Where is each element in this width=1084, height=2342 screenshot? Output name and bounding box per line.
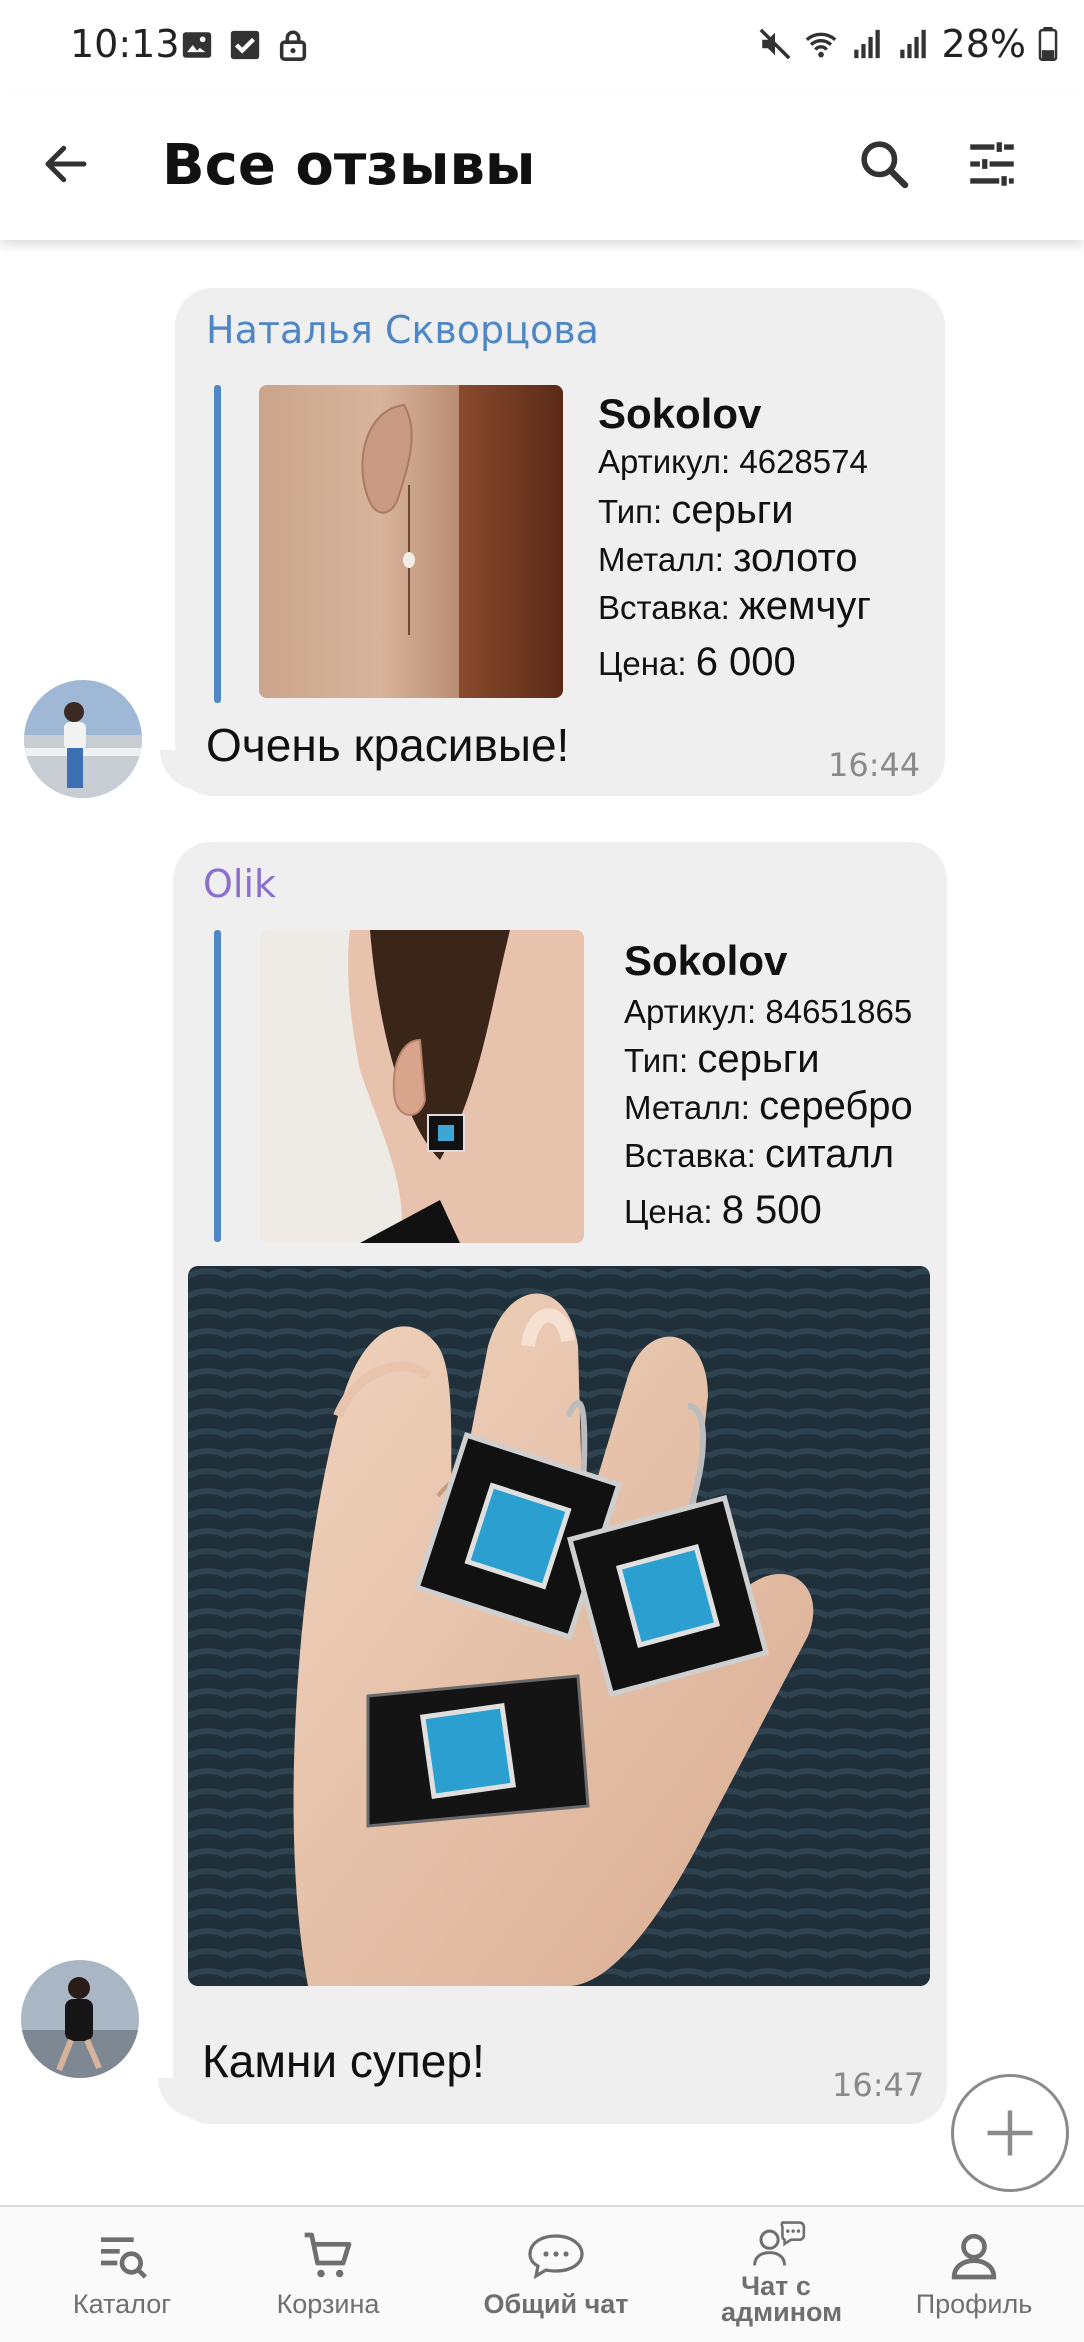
lock-icon <box>279 30 307 61</box>
product-metal: Металл: серебро <box>624 1084 913 1128</box>
sliders-icon <box>970 142 1014 186</box>
nav-item-general-chat[interactable]: Общий чат <box>456 2207 656 2342</box>
product-price: Цена: 8 500 <box>624 1188 822 1232</box>
profile-icon <box>951 2233 997 2280</box>
nav-item-catalog[interactable]: Каталог <box>22 2207 222 2342</box>
nav-item-cart[interactable]: Корзина <box>228 2207 428 2342</box>
review-photo[interactable] <box>188 1266 930 1986</box>
product-brand: Sokolov <box>598 390 762 437</box>
product-image[interactable] <box>259 385 563 698</box>
quote-bar <box>214 385 221 703</box>
battery-icon <box>1038 27 1058 61</box>
plus-icon <box>987 2110 1033 2156</box>
reviews-feed[interactable]: Наталья Скворцова Sokolov Артикул: 46285… <box>0 240 1084 2205</box>
quote-bar <box>214 930 221 1242</box>
app-bar: Все отзывы <box>0 90 1084 240</box>
nav-label: Корзина <box>276 2289 380 2319</box>
signal-icon <box>899 29 926 59</box>
status-bar: 10:13 28% <box>0 0 1084 90</box>
nav-label: Каталог <box>72 2289 172 2319</box>
avatar[interactable] <box>24 680 142 798</box>
bottom-nav: Каталог Корзина Общий чат Чат с админом … <box>0 2205 1084 2342</box>
review-time: 16:44 <box>828 746 921 784</box>
mute-icon <box>759 28 790 60</box>
admin-chat-icon <box>753 2221 806 2266</box>
nav-item-admin-chat[interactable]: Чат с админом <box>676 2207 876 2342</box>
product-type: Тип: серьги <box>598 488 794 532</box>
product-article: Артикул: 84651865 <box>624 993 913 1030</box>
product-image[interactable] <box>260 930 584 1243</box>
gallery-icon <box>182 32 212 58</box>
product-insert: Вставка: жемчуг <box>598 584 871 628</box>
product-insert: Вставка: ситалл <box>624 1132 895 1176</box>
signal-icon <box>853 29 880 59</box>
catalog-search-icon <box>101 2237 147 2279</box>
nav-label: Чат с админом <box>721 2271 843 2327</box>
avatar[interactable] <box>21 1960 139 2078</box>
product-type: Тип: серьги <box>624 1037 820 1081</box>
wifi-icon <box>805 32 836 58</box>
search-button[interactable] <box>848 128 920 200</box>
add-review-button[interactable] <box>951 2074 1069 2192</box>
battery-percent: 28% <box>941 22 1026 66</box>
chat-bubble-icon <box>528 2234 584 2280</box>
product-brand: Sokolov <box>624 937 788 984</box>
review-time: 16:47 <box>832 2066 925 2104</box>
cart-icon <box>304 2232 352 2278</box>
filter-button[interactable] <box>956 128 1028 200</box>
review-author[interactable]: Olik <box>203 862 276 906</box>
review-author[interactable]: Наталья Скворцова <box>206 308 599 352</box>
search-icon <box>861 141 909 189</box>
nav-label: Общий чат <box>483 2289 629 2319</box>
nav-label: Профиль <box>915 2289 1033 2319</box>
product-article: Артикул: 4628574 <box>598 443 868 480</box>
checkbox-icon <box>230 30 260 60</box>
nav-item-profile[interactable]: Профиль <box>874 2207 1074 2342</box>
back-button[interactable] <box>30 128 102 200</box>
review-text: Камни супер! <box>202 2035 485 2087</box>
product-price: Цена: 6 000 <box>598 640 796 684</box>
arrow-left-icon <box>45 145 87 183</box>
page-title: Все отзывы <box>162 133 536 198</box>
status-time: 10:13 <box>70 22 180 66</box>
product-metal: Металл: золото <box>598 536 858 580</box>
review-text: Очень красивые! <box>206 719 570 771</box>
